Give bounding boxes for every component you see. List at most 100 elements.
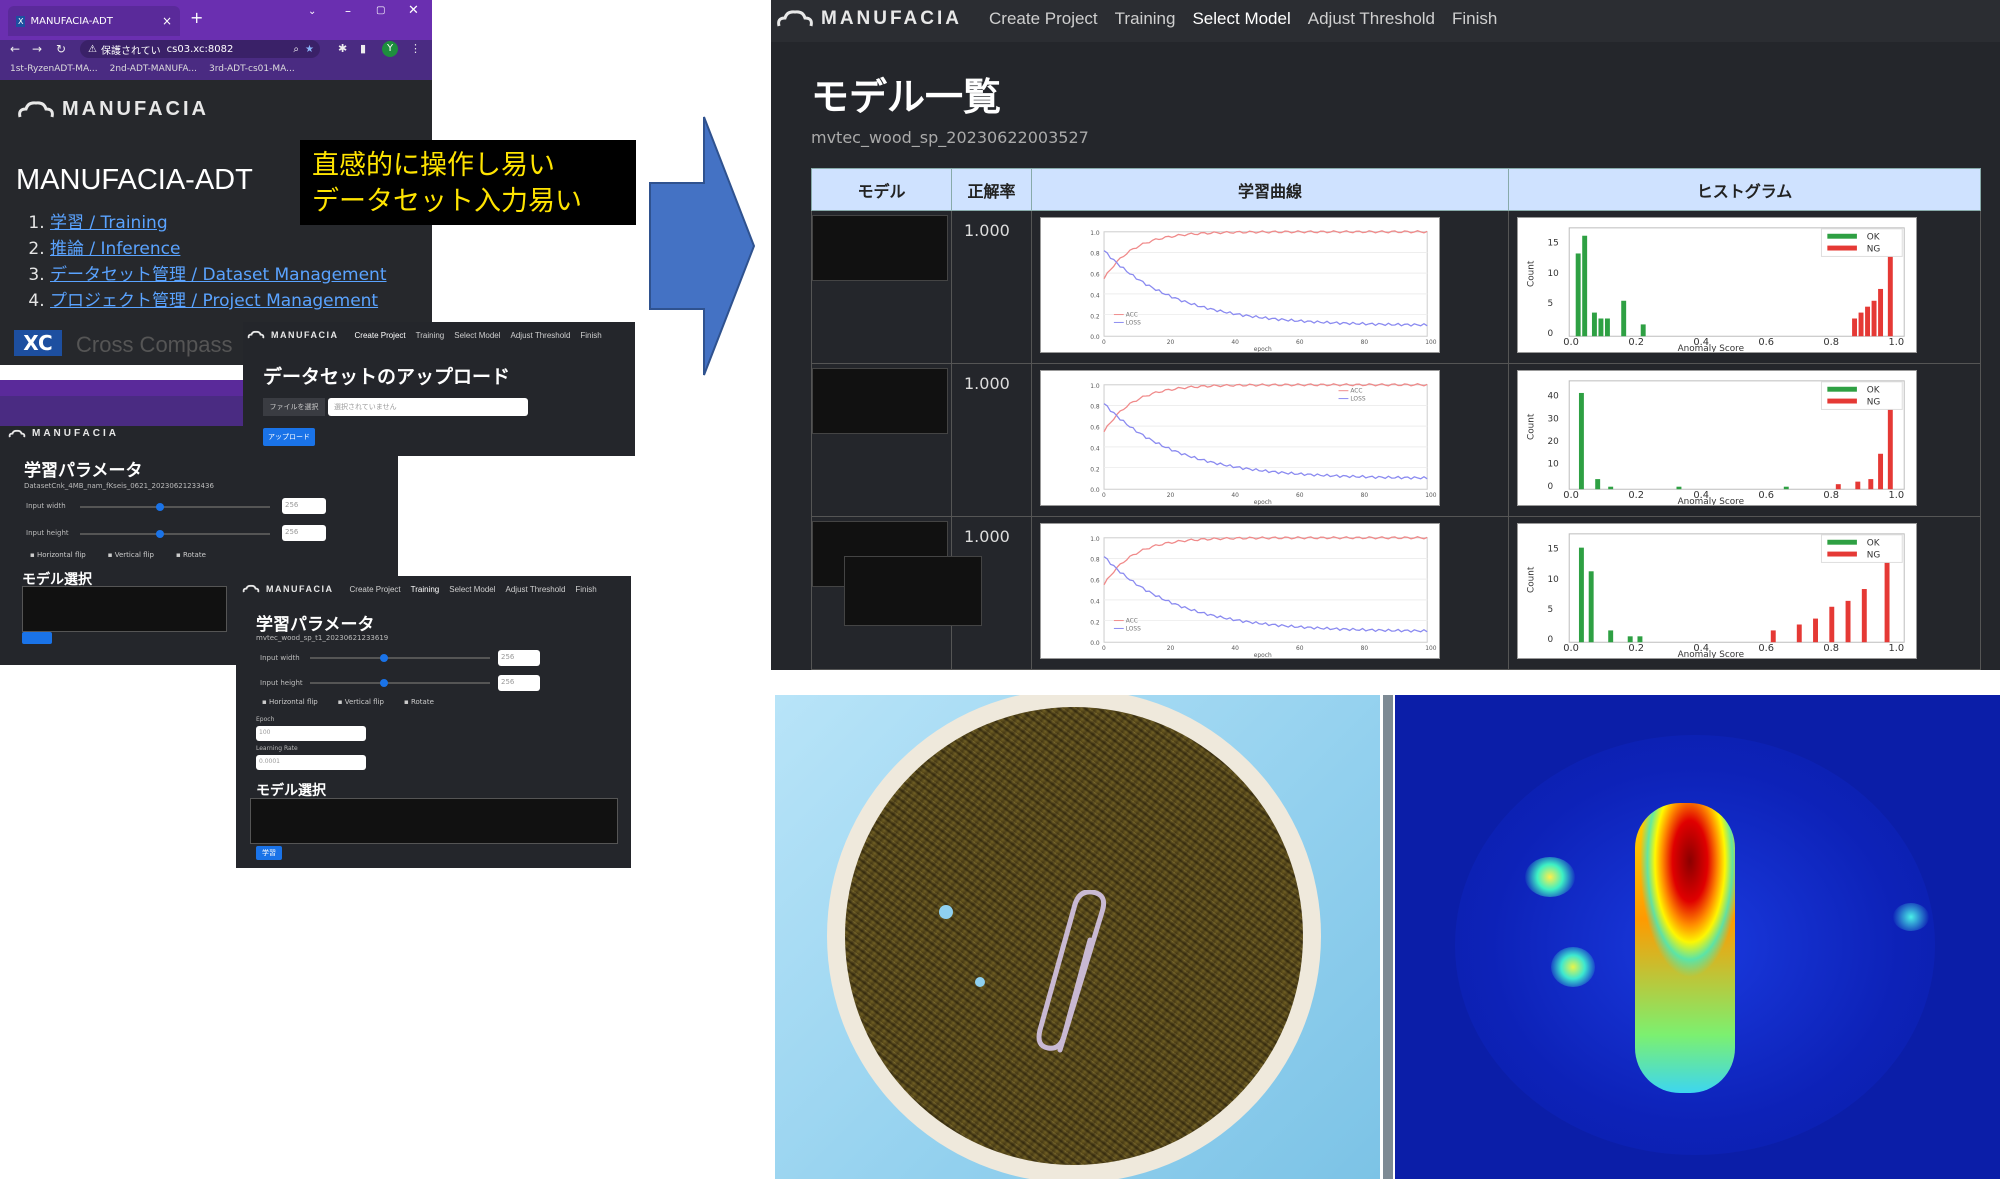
maximize-icon[interactable]: ▢ (376, 5, 385, 16)
nav-select-model[interactable]: Select Model (454, 331, 500, 340)
forward-icon[interactable]: → (32, 42, 42, 56)
height-slider[interactable] (80, 533, 270, 535)
sidebar-icon[interactable]: ▮ (360, 42, 366, 55)
model-select-box[interactable] (250, 798, 618, 844)
upload-button[interactable]: アップロード (263, 428, 315, 446)
height-slider-thumb[interactable] (380, 679, 388, 687)
nav-training[interactable]: Training (416, 331, 445, 340)
x-tick-label: 0.0 (1563, 337, 1579, 348)
histogram-chart: 151050Count0.0 0.2 0.4 0.6 0.8 1.0Anomaly Sco… (1517, 217, 1917, 354)
width-slider-thumb[interactable] (380, 654, 388, 662)
link-dataset[interactable]: データセット管理 / Dataset Management (50, 265, 387, 285)
minimize-icon[interactable]: – (345, 4, 351, 18)
link-inference[interactable]: 推論 / Inference (50, 239, 180, 259)
y-tick-label: 0.8 (1090, 252, 1100, 258)
tab-close-icon[interactable]: × (162, 14, 172, 28)
legend-ng-swatch (1827, 398, 1857, 404)
x-tick-label: 0.2 (1628, 490, 1644, 501)
height-input[interactable]: 256 (498, 675, 540, 691)
bookmark-item[interactable]: 3rd-ADT-cs01-MA... (209, 64, 295, 74)
nav-create-project[interactable]: Create Project (989, 9, 1098, 29)
file-select-button[interactable]: ファイルを選択 (263, 398, 325, 416)
legend-loss: LOSS (1126, 626, 1141, 632)
vflip-checkbox[interactable]: ▪ Vertical flip (108, 551, 154, 559)
y-tick-label: 40 (1548, 392, 1560, 402)
rotate-checkbox[interactable]: ▪ Rotate (176, 551, 206, 559)
learn-button-1[interactable] (22, 632, 52, 644)
nav-finish[interactable]: Finish (580, 331, 601, 340)
training2-logo[interactable]: MANUFACIA (242, 584, 334, 594)
address-input[interactable]: ⚠ 保護されてい cs03.xc:8082 ⌕ ★ (80, 40, 320, 58)
nav-create-project[interactable]: Create Project (350, 585, 401, 594)
vflip-checkbox[interactable]: ▪ Vertical flip (338, 698, 384, 706)
accuracy-value: 1.000 (964, 374, 1010, 393)
tab-list-icon[interactable]: ⌄ (308, 6, 316, 17)
nav-finish[interactable]: Finish (1452, 9, 1497, 29)
upload-navbar: MANUFACIA Create Project Training Select… (247, 330, 602, 340)
y-tick-label: 15 (1548, 239, 1559, 249)
nav-adjust-threshold[interactable]: Adjust Threshold (511, 331, 571, 340)
ok-bar (1575, 253, 1581, 337)
extensions-icon[interactable]: ✱ (338, 42, 347, 55)
nav-finish[interactable]: Finish (575, 585, 596, 594)
nav-training[interactable]: Training (411, 585, 440, 594)
rotate-checkbox[interactable]: ▪ Rotate (404, 698, 434, 706)
lr-label: Learning Rate (256, 745, 298, 752)
main-logo[interactable]: MANUFACIA (775, 8, 962, 30)
bookmark-item[interactable]: 1st-RyzenADT-MA... (10, 64, 98, 74)
model-name-cell[interactable] (811, 363, 952, 517)
width-slider[interactable] (80, 506, 270, 508)
file-name-field[interactable]: 選択されていません (328, 398, 528, 416)
hflip-checkbox[interactable]: ▪ Horizontal flip (262, 698, 318, 706)
legend-ok-swatch (1827, 233, 1857, 239)
ng-bar (1871, 300, 1877, 337)
nav-select-model[interactable]: Select Model (1192, 9, 1290, 29)
reload-icon[interactable]: ↻ (56, 42, 66, 56)
menu-icon[interactable]: ⋮ (410, 42, 421, 55)
legend-ng: NG (1867, 398, 1881, 408)
height-slider[interactable] (310, 682, 490, 684)
epoch-input[interactable]: 100 (256, 726, 366, 741)
browser-tab[interactable]: X MANUFACIA-ADT × (8, 6, 180, 36)
model-name-cell[interactable] (811, 210, 952, 364)
model-select-box[interactable] (22, 586, 227, 632)
nav-create-project[interactable]: Create Project (355, 331, 406, 340)
table-row[interactable]: 1.000 1.0 0.8 0.6 0.4 0.2 0.0 0 20 40 60 80 100 epoch… (811, 363, 1981, 517)
back-icon[interactable]: ← (10, 42, 20, 56)
width-input[interactable]: 256 (282, 498, 326, 514)
learn-button[interactable]: 学習 (256, 846, 282, 860)
nav-adjust-threshold[interactable]: Adjust Threshold (506, 585, 566, 594)
close-window-icon[interactable]: ✕ (408, 3, 419, 18)
y-tick-label: 0 (1548, 482, 1554, 492)
training-window-2: MANUFACIA Create Project Training Select… (236, 576, 631, 868)
nav-adjust-threshold[interactable]: Adjust Threshold (1308, 9, 1435, 29)
nav-training[interactable]: Training (1115, 9, 1176, 29)
accuracy-value: 1.000 (964, 221, 1010, 240)
ok-bar (1783, 486, 1789, 490)
y-tick-label: 0 (1548, 635, 1554, 645)
ng-bar (1878, 288, 1884, 337)
y-axis-label: Count (1527, 566, 1537, 593)
lr-input[interactable]: 0.0001 (256, 755, 366, 770)
bookmark-item[interactable]: 2nd-ADT-MANUFA... (110, 64, 197, 74)
new-tab-icon[interactable]: + (190, 8, 203, 27)
menu-item-inference: 推論 / Inference (50, 236, 387, 262)
width-input[interactable]: 256 (498, 650, 540, 666)
star-icon[interactable]: ★ (305, 44, 314, 55)
feature-callout: 直感的に操作し易い データセット入力易い (300, 140, 636, 225)
nav-select-model[interactable]: Select Model (449, 585, 495, 594)
table-row[interactable]: 1.000 1.0 0.8 0.6 0.4 0.2 0.0 0 20 40 60 80 100 epoch… (811, 210, 1981, 364)
upload-logo[interactable]: MANUFACIA (247, 330, 339, 340)
hflip-checkbox[interactable]: ▪ Horizontal flip (30, 551, 86, 559)
link-project[interactable]: プロジェクト管理 / Project Management (50, 291, 378, 311)
height-input[interactable]: 256 (282, 525, 326, 541)
table-row[interactable]: 1.000 1.0 0.8 0.6 0.4 0.2 0.0 0 20 40 60 80 100 epoch… (811, 516, 1981, 670)
width-slider[interactable] (310, 657, 490, 659)
legend-box (1820, 534, 1903, 563)
home-logo[interactable]: MANUFACIA (16, 98, 209, 121)
ok-bar (1578, 547, 1584, 643)
avatar[interactable]: Y (382, 41, 398, 57)
width-slider-thumb[interactable] (156, 503, 164, 511)
link-training[interactable]: 学習 / Training (50, 213, 168, 233)
height-slider-thumb[interactable] (156, 530, 164, 538)
